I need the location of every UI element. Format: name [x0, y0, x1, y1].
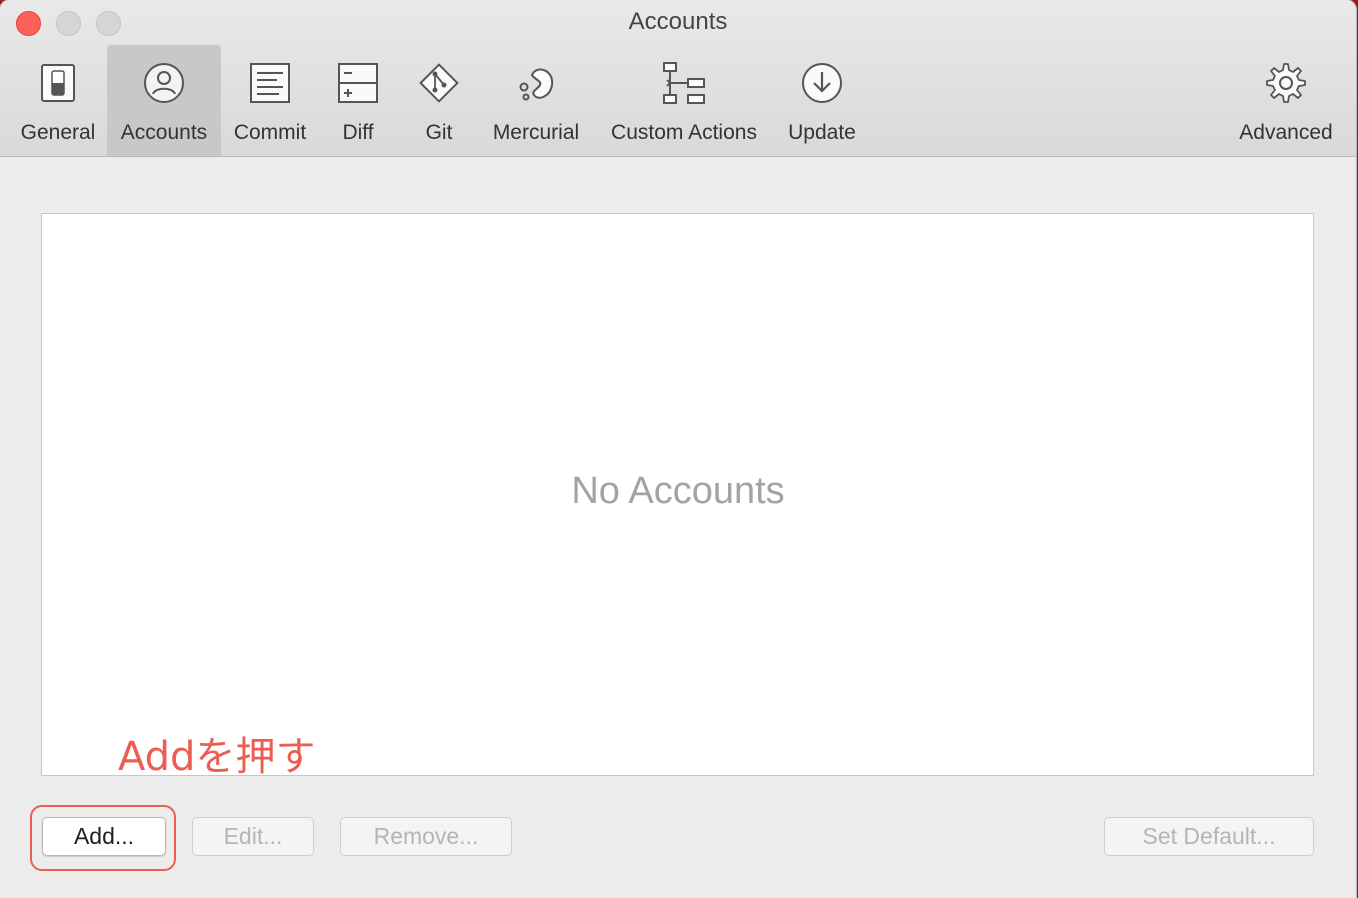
add-button[interactable]: Add...: [42, 817, 166, 856]
mercurial-icon: [514, 61, 558, 105]
switch-icon: [36, 61, 80, 105]
window-title: Accounts: [628, 8, 728, 35]
annotation-text: Addを押す: [118, 734, 316, 780]
git-icon: [417, 61, 461, 105]
tab-label: General: [20, 121, 96, 144]
tab-label: Git: [425, 121, 453, 144]
tab-label: Accounts: [120, 121, 208, 144]
tab-custom-actions[interactable]: Custom Actions: [598, 45, 770, 156]
preferences-window: Accounts General Accounts Commit Diff Gi…: [0, 0, 1356, 898]
flow-icon: [662, 61, 706, 105]
tab-label: Diff: [342, 121, 374, 144]
gear-icon: [1264, 61, 1308, 105]
edit-button[interactable]: Edit...: [192, 817, 314, 856]
tab-update[interactable]: Update: [780, 45, 864, 156]
tab-commit[interactable]: Commit: [226, 45, 314, 156]
tab-mercurial[interactable]: Mercurial: [484, 45, 588, 156]
tab-label: Commit: [233, 121, 307, 144]
set-default-button[interactable]: Set Default...: [1104, 817, 1314, 856]
empty-state-text: No Accounts: [571, 470, 785, 512]
remove-button[interactable]: Remove...: [340, 817, 512, 856]
tab-label: Update: [788, 121, 856, 144]
user-icon: [142, 61, 186, 105]
diff-icon: [336, 61, 380, 105]
toolbar: Accounts General Accounts Commit Diff Gi…: [0, 0, 1356, 157]
document-icon: [248, 61, 292, 105]
tab-accounts[interactable]: Accounts: [107, 45, 221, 156]
tab-label: Custom Actions: [611, 121, 757, 144]
tab-label: Mercurial: [492, 121, 580, 144]
tab-git[interactable]: Git: [402, 45, 476, 156]
tab-general[interactable]: General: [14, 45, 102, 156]
download-icon: [800, 61, 844, 105]
tab-diff[interactable]: Diff: [318, 45, 398, 156]
tab-advanced[interactable]: Advanced: [1230, 45, 1342, 156]
tab-label: Advanced: [1239, 121, 1333, 144]
